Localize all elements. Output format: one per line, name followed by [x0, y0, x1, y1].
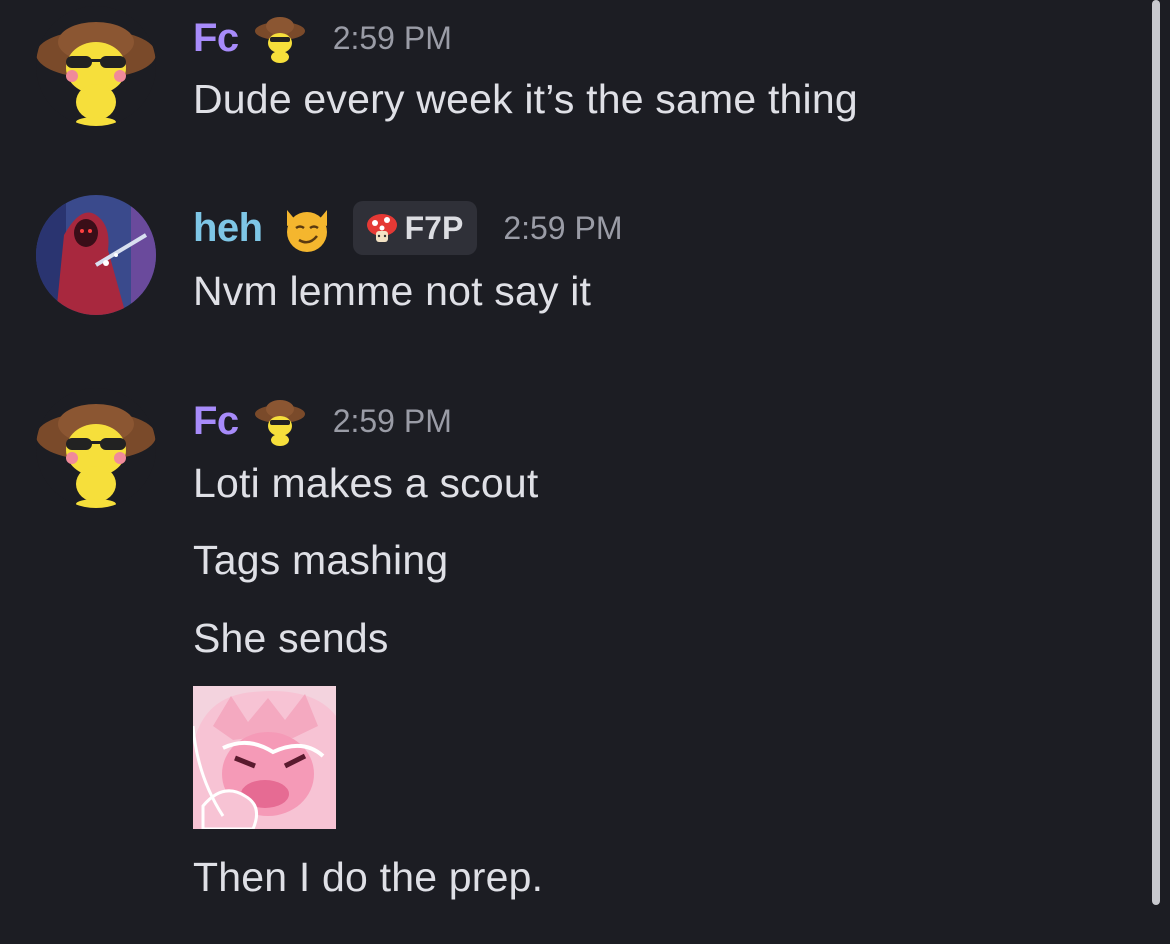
hooded-figure-avatar — [36, 195, 156, 315]
guild-tag-label: F7P — [404, 209, 464, 246]
message-text: Nvm lemme not say it — [193, 268, 592, 314]
pink-thinking-emote-sticker[interactable] — [193, 686, 336, 829]
timestamp: 2:59 PM — [503, 209, 623, 246]
message-text: Dude every week it’s the same thing — [193, 76, 858, 122]
timestamp: 2:59 PM — [332, 19, 452, 56]
message-text: Tags mashing — [193, 537, 449, 583]
avatar[interactable] — [36, 195, 156, 315]
username[interactable]: Fc — [193, 16, 239, 61]
username[interactable]: Fc — [193, 399, 239, 444]
timestamp: 2:59 PM — [332, 402, 452, 439]
message-header: Fc 2:59 PM — [193, 391, 452, 451]
message-header: heh F7P 2:59 PM — [193, 198, 622, 258]
message-header: Fc 2:59 PM — [193, 8, 452, 68]
username[interactable]: heh — [193, 206, 263, 251]
chat-message-list: Fc 2:59 PM Dude every week it’s the same… — [0, 0, 1170, 944]
guild-tag-badge[interactable]: F7P — [352, 201, 478, 255]
pikachu-sunglasses-avatar — [36, 388, 156, 508]
pikachu-hat-icon — [253, 13, 307, 63]
message-text: She sends — [193, 615, 389, 661]
avatar[interactable] — [36, 6, 156, 126]
message-text: Then I do the prep. — [193, 854, 544, 900]
avatar[interactable] — [36, 388, 156, 508]
scrollbar-thumb[interactable] — [1152, 0, 1160, 905]
pikachu-hat-icon — [253, 396, 307, 446]
message-text: Loti makes a scout — [193, 460, 539, 506]
pikachu-sunglasses-avatar — [36, 6, 156, 126]
mushroom-icon — [366, 214, 397, 242]
smirking-cat-icon — [281, 202, 333, 254]
